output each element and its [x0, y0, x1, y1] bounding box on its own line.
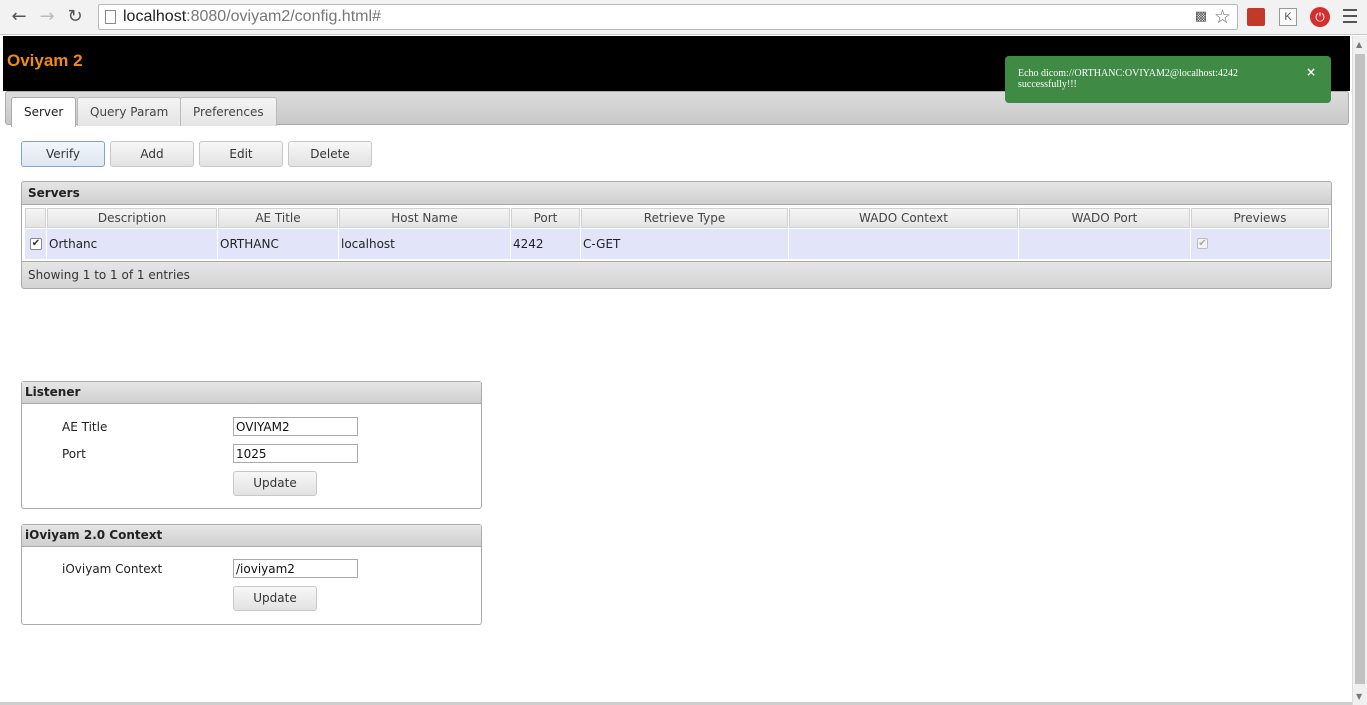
column-select: [25, 208, 46, 228]
cell-port: 4242: [511, 229, 581, 259]
verify-button[interactable]: Verify: [21, 141, 105, 167]
column-retrieve-type[interactable]: Retrieve Type: [581, 208, 788, 228]
add-button[interactable]: Add: [110, 141, 194, 167]
toast-message-line2: successfully!!!: [1018, 79, 1077, 90]
ioviyam-context-label: iOviyam Context: [62, 562, 163, 576]
bookmark-star-icon[interactable]: ☆: [1214, 6, 1231, 28]
cell-wado-port: [1019, 229, 1191, 259]
column-description[interactable]: Description: [47, 208, 217, 228]
previews-checkbox[interactable]: ✔: [1197, 238, 1208, 249]
port-label: Port: [62, 447, 86, 461]
scroll-down-icon[interactable]: ▼: [1356, 692, 1362, 701]
cell-ae-title: ORTHANC: [218, 229, 339, 259]
column-ae-title[interactable]: AE Title: [218, 208, 338, 228]
delete-button[interactable]: Delete: [288, 141, 372, 167]
ae-title-label: AE Title: [62, 420, 108, 434]
servers-footer: Showing 1 to 1 of 1 entries: [21, 261, 1332, 289]
page-content: Oviyam 2 Server Query Param Preferences …: [3, 36, 1350, 705]
ae-title-input[interactable]: [233, 417, 358, 436]
column-wado-context[interactable]: WADO Context: [789, 208, 1018, 228]
cell-wado-context: [789, 229, 1019, 259]
port-input[interactable]: [233, 444, 358, 463]
listener-panel: Listener AE Title Port Update: [21, 381, 482, 509]
toast-message-line1: Echo dicom://ORTHANC:OVIYAM2@localhost:4…: [1018, 68, 1238, 79]
ioviyam-title: iOviyam 2.0 Context: [22, 525, 481, 547]
scroll-up-icon[interactable]: ▲: [1356, 40, 1362, 49]
browser-toolbar: ← → ↻ localhost:8080/oviyam2/config.html…: [0, 0, 1367, 35]
bookmark-extension-icon[interactable]: [1247, 8, 1265, 26]
translate-icon[interactable]: ▩: [1195, 9, 1207, 24]
close-icon[interactable]: ×: [1306, 66, 1316, 78]
listener-update-button[interactable]: Update: [233, 471, 317, 496]
url-text: localhost:8080/oviyam2/config.html#: [123, 8, 381, 25]
column-previews[interactable]: Previews: [1191, 208, 1329, 228]
address-bar[interactable]: localhost:8080/oviyam2/config.html# ▩ ☆: [98, 4, 1238, 30]
ioviyam-panel: iOviyam 2.0 Context iOviyam Context Upda…: [21, 524, 482, 625]
cell-host-name: localhost: [339, 229, 511, 259]
servers-title: Servers: [21, 181, 1332, 205]
power-extension-icon[interactable]: ⏻: [1310, 7, 1330, 27]
servers-table: Description AE Title Host Name Port Retr…: [21, 205, 1332, 261]
ioviyam-update-button[interactable]: Update: [233, 586, 317, 611]
page-scrollbar[interactable]: ▲ ▼: [1352, 36, 1367, 705]
tab-server[interactable]: Server: [11, 97, 77, 127]
app-title: Oviyam 2: [7, 51, 83, 70]
listener-title: Listener: [22, 382, 481, 404]
row-select-cell: ✔: [25, 229, 47, 259]
cell-description: Orthanc: [47, 229, 218, 259]
tab-query-param[interactable]: Query Param: [77, 97, 182, 126]
reload-icon[interactable]: ↻: [64, 6, 86, 28]
page-icon: [105, 10, 116, 24]
column-wado-port[interactable]: WADO Port: [1019, 208, 1190, 228]
echo-success-toast: Echo dicom://ORTHANC:OVIYAM2@localhost:4…: [1005, 56, 1331, 103]
cell-retrieve-type: C-GET: [581, 229, 789, 259]
forward-arrow-icon[interactable]: →: [36, 6, 58, 28]
column-host-name[interactable]: Host Name: [339, 208, 510, 228]
row-select-checkbox[interactable]: ✔: [30, 238, 42, 250]
ioviyam-context-input[interactable]: [233, 559, 358, 578]
edit-button[interactable]: Edit: [199, 141, 283, 167]
tab-preferences[interactable]: Preferences: [180, 97, 277, 126]
scrollbar-thumb[interactable]: [1355, 54, 1365, 684]
menu-icon[interactable]: [1343, 9, 1357, 27]
cell-previews: ✔: [1191, 229, 1330, 259]
column-port[interactable]: Port: [511, 208, 580, 228]
back-arrow-icon[interactable]: ←: [8, 6, 30, 28]
table-row[interactable]: ✔ Orthanc ORTHANC localhost 4242 C-GET ✔: [25, 229, 1330, 259]
k-extension-icon[interactable]: K: [1279, 8, 1297, 26]
